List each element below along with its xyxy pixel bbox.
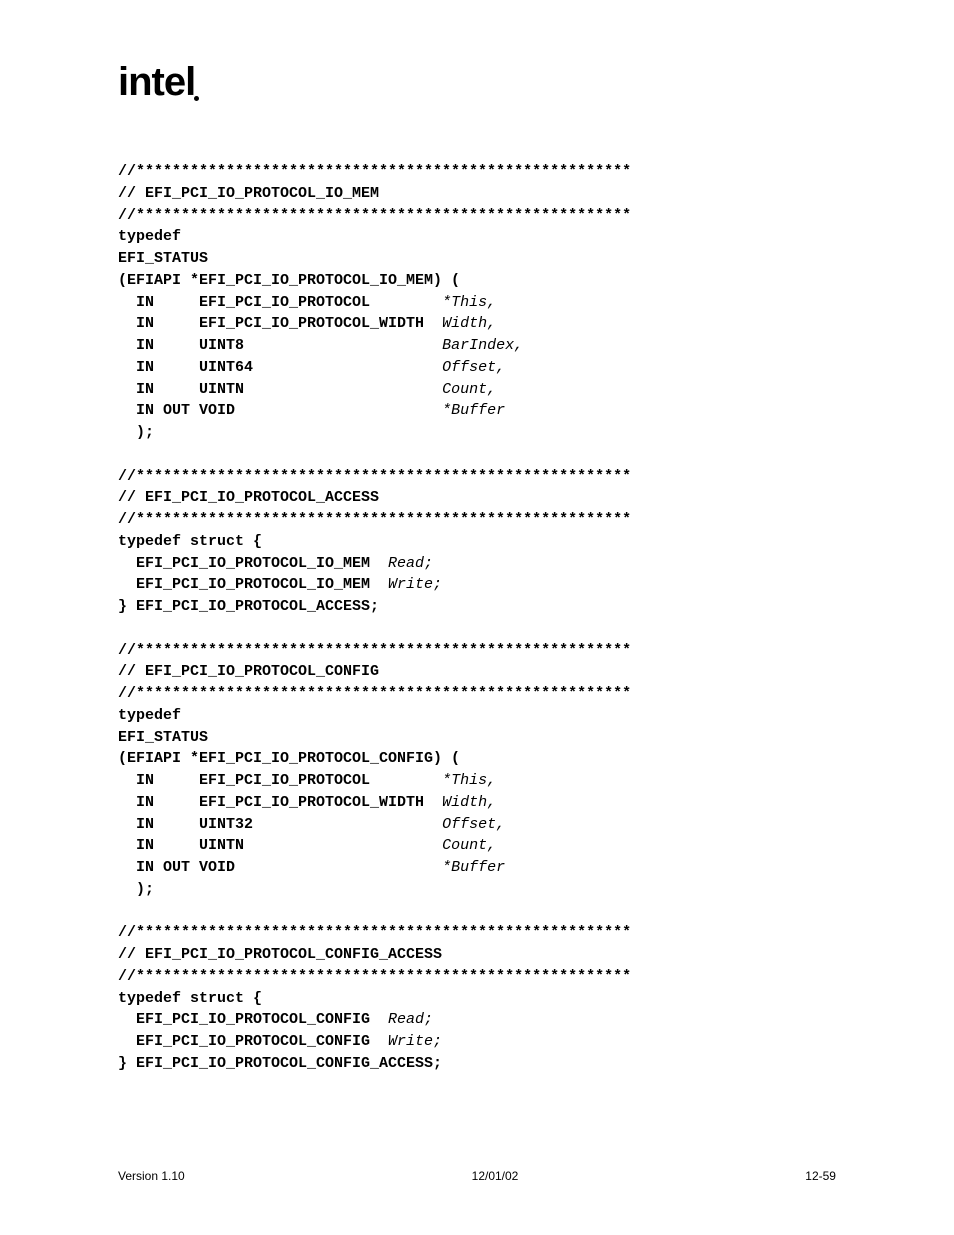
code-key: IN EFI_PCI_IO_PROTOCOL (118, 772, 442, 789)
code-key: IN UINT8 (118, 337, 442, 354)
code-line: //**************************************… (118, 468, 631, 485)
code-key: EFI_PCI_IO_PROTOCOL_CONFIG (118, 1033, 388, 1050)
footer-version: Version 1.10 (118, 1169, 185, 1183)
code-key: EFI_PCI_IO_PROTOCOL_IO_MEM (118, 555, 388, 572)
code-line: EFI_STATUS (118, 250, 208, 267)
code-param: Width, (442, 794, 496, 811)
code-param: Width, (442, 315, 496, 332)
code-param: Offset, (442, 359, 505, 376)
code-line: // EFI_PCI_IO_PROTOCOL_CONFIG_ACCESS (118, 946, 442, 963)
code-param: *Buffer (442, 859, 505, 876)
code-line: typedef struct { (118, 990, 262, 1007)
code-line: //**************************************… (118, 968, 631, 985)
code-line: // EFI_PCI_IO_PROTOCOL_ACCESS (118, 489, 379, 506)
footer-date: 12/01/02 (472, 1169, 519, 1183)
code-key: EFI_PCI_IO_PROTOCOL_CONFIG (118, 1011, 388, 1028)
code-line: typedef struct { (118, 533, 262, 550)
code-param: Offset, (442, 816, 505, 833)
code-line: typedef (118, 228, 181, 245)
code-key: IN OUT VOID (118, 402, 442, 419)
code-param: BarIndex, (442, 337, 523, 354)
code-line: // EFI_PCI_IO_PROTOCOL_CONFIG (118, 663, 379, 680)
code-key: IN EFI_PCI_IO_PROTOCOL_WIDTH (118, 315, 442, 332)
code-line: //**************************************… (118, 207, 631, 224)
code-line: } EFI_PCI_IO_PROTOCOL_CONFIG_ACCESS; (118, 1055, 442, 1072)
code-key: IN UINT64 (118, 359, 442, 376)
code-line: } EFI_PCI_IO_PROTOCOL_ACCESS; (118, 598, 379, 615)
code-block: //**************************************… (118, 161, 836, 1075)
code-key: IN UINT32 (118, 816, 442, 833)
code-key: IN EFI_PCI_IO_PROTOCOL (118, 294, 442, 311)
code-param: Count, (442, 381, 496, 398)
code-line: ); (118, 424, 154, 441)
code-line: // EFI_PCI_IO_PROTOCOL_IO_MEM (118, 185, 379, 202)
code-key: IN EFI_PCI_IO_PROTOCOL_WIDTH (118, 794, 442, 811)
code-line: //**************************************… (118, 163, 631, 180)
page-footer: Version 1.10 12/01/02 12-59 (118, 1169, 836, 1183)
code-param: Read; (388, 555, 433, 572)
intel-logo: intel (118, 60, 195, 105)
code-param: Write; (388, 1033, 442, 1050)
code-line: //**************************************… (118, 511, 631, 528)
footer-page: 12-59 (805, 1169, 836, 1183)
code-param: *This, (442, 294, 496, 311)
code-line: EFI_STATUS (118, 729, 208, 746)
code-line: //**************************************… (118, 685, 631, 702)
code-line: ); (118, 881, 154, 898)
code-line: typedef (118, 707, 181, 724)
code-line: (EFIAPI *EFI_PCI_IO_PROTOCOL_CONFIG) ( (118, 750, 460, 767)
code-key: IN UINTN (118, 837, 442, 854)
code-line: //**************************************… (118, 642, 631, 659)
code-key: IN OUT VOID (118, 859, 442, 876)
code-param: *Buffer (442, 402, 505, 419)
code-key: IN UINTN (118, 381, 442, 398)
code-line: (EFIAPI *EFI_PCI_IO_PROTOCOL_IO_MEM) ( (118, 272, 460, 289)
code-param: Read; (388, 1011, 433, 1028)
code-param: Count, (442, 837, 496, 854)
code-param: *This, (442, 772, 496, 789)
code-param: Write; (388, 576, 442, 593)
code-line: //**************************************… (118, 924, 631, 941)
code-key: EFI_PCI_IO_PROTOCOL_IO_MEM (118, 576, 388, 593)
